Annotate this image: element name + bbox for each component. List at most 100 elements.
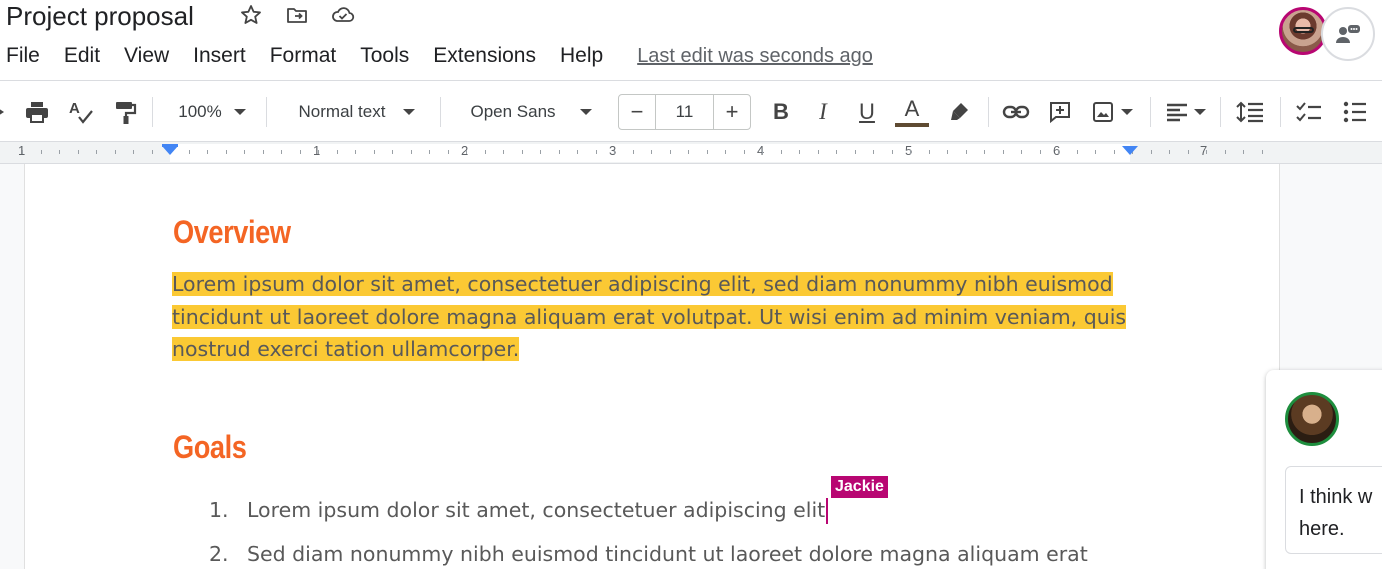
ruler[interactable]: 1 1 2 3 4 5 6 7 xyxy=(0,142,1382,164)
move-folder-icon[interactable] xyxy=(284,2,310,28)
zoom-select[interactable]: 100% xyxy=(166,81,258,143)
ruler-tick xyxy=(244,150,245,154)
ruler-tick xyxy=(762,150,763,154)
ruler-tick xyxy=(226,150,227,154)
ruler-tick xyxy=(559,150,560,154)
list-item-text[interactable]: Lorem ipsum dolor sit amet, consectetuer… xyxy=(247,498,825,522)
ruler-tick xyxy=(133,150,134,154)
list-item-text[interactable]: Sed diam nonummy nibh euismod tincidunt … xyxy=(247,542,1088,566)
print-icon[interactable] xyxy=(20,81,54,143)
svg-text:A: A xyxy=(69,100,80,117)
ruler-tick xyxy=(1206,150,1207,154)
cloud-saved-icon[interactable] xyxy=(330,2,356,28)
document-title[interactable]: Project proposal xyxy=(6,0,194,32)
highlighted-text[interactable]: Lorem ipsum dolor sit amet, consectetuer… xyxy=(172,272,1127,361)
ruler-tick xyxy=(966,150,967,154)
redo-icon[interactable] xyxy=(0,81,10,143)
spellcheck-icon[interactable]: A xyxy=(64,81,98,143)
ruler-tick xyxy=(429,150,430,154)
ruler-tick xyxy=(873,150,874,154)
ruler-tick xyxy=(337,150,338,154)
ruler-tick xyxy=(281,150,282,154)
checklist-icon[interactable] xyxy=(1292,81,1326,143)
ruler-tick xyxy=(892,150,893,154)
ruler-tick xyxy=(263,150,264,154)
comment-input[interactable]: I think w here. xyxy=(1285,466,1382,554)
last-edit-link[interactable]: Last edit was seconds ago xyxy=(637,45,873,68)
font-size-input[interactable]: 11 xyxy=(655,95,714,129)
font-family-select[interactable]: Open Sans xyxy=(456,81,606,143)
docs-app: Project proposal File Edit View Insert F… xyxy=(0,0,1382,569)
ruler-tick xyxy=(725,150,726,154)
increase-font-size-button[interactable]: + xyxy=(714,95,750,129)
menu-tools[interactable]: Tools xyxy=(360,42,409,70)
menu-help[interactable]: Help xyxy=(560,42,603,70)
menu-extensions[interactable]: Extensions xyxy=(433,42,536,70)
ruler-tick xyxy=(781,150,782,154)
heading-overview[interactable]: Overview xyxy=(173,214,291,251)
ruler-tick xyxy=(392,150,393,154)
ruler-tick xyxy=(448,150,449,154)
ruler-tick xyxy=(189,150,190,154)
comment-card[interactable]: I think w here. xyxy=(1266,370,1382,569)
menu-insert[interactable]: Insert xyxy=(193,42,246,70)
chevron-down-icon xyxy=(233,109,246,115)
present-to-meeting-button[interactable] xyxy=(1321,7,1375,61)
ruler-tick xyxy=(22,150,23,154)
underline-button[interactable]: U xyxy=(850,81,884,143)
zoom-value: 100% xyxy=(178,102,222,121)
user-avatar[interactable] xyxy=(1279,7,1327,55)
ruler-tick xyxy=(1225,150,1226,154)
decrease-font-size-button[interactable]: − xyxy=(619,95,655,129)
insert-image-icon[interactable] xyxy=(1086,81,1138,143)
bulleted-list-icon[interactable] xyxy=(1338,81,1372,143)
ruler-tick xyxy=(707,150,708,154)
chevron-down-icon xyxy=(1194,109,1206,115)
present-icon xyxy=(1336,25,1360,43)
list-item[interactable]: 2. Sed diam nonummy nibh euismod tincidu… xyxy=(205,534,1125,569)
paint-format-icon[interactable] xyxy=(108,81,142,143)
paragraph-style-select[interactable]: Normal text xyxy=(282,81,432,143)
ruler-number: 6 xyxy=(1053,143,1061,158)
ruler-tick xyxy=(1058,150,1059,154)
ruler-tick xyxy=(96,150,97,154)
ruler-tick xyxy=(1095,150,1096,154)
text-color-button[interactable]: A xyxy=(894,81,930,143)
right-indent-marker[interactable] xyxy=(1122,146,1138,155)
overview-paragraph[interactable]: Lorem ipsum dolor sit amet, consectetuer… xyxy=(172,268,1142,366)
list-item[interactable]: 1. Lorem ipsum dolor sit amet, consectet… xyxy=(205,490,1125,534)
document-canvas[interactable]: Overview Lorem ipsum dolor sit amet, con… xyxy=(0,164,1382,569)
ruler-tick xyxy=(1262,150,1263,154)
menu-edit[interactable]: Edit xyxy=(64,42,100,70)
menu-format[interactable]: Format xyxy=(270,42,337,70)
bold-button[interactable]: B xyxy=(764,81,798,143)
highlight-color-icon[interactable] xyxy=(942,81,976,143)
text-color-icon: A xyxy=(904,95,920,121)
ruler-tick xyxy=(1077,150,1078,154)
line-spacing-icon[interactable] xyxy=(1232,81,1268,143)
ruler-tick xyxy=(855,150,856,154)
ruler-tick xyxy=(947,150,948,154)
toolbar-divider xyxy=(988,97,989,127)
document-page[interactable]: Overview Lorem ipsum dolor sit amet, con… xyxy=(24,164,1280,569)
ruler-tick xyxy=(355,150,356,154)
menu-file[interactable]: File xyxy=(6,42,40,70)
ruler-tick xyxy=(115,150,116,154)
menu-view[interactable]: View xyxy=(124,42,169,70)
ruler-tick xyxy=(59,150,60,154)
heading-goals[interactable]: Goals xyxy=(173,429,247,466)
ruler-tick xyxy=(485,150,486,154)
first-line-indent-marker[interactable] xyxy=(162,144,178,147)
insert-link-icon[interactable] xyxy=(998,81,1034,143)
ruler-tick xyxy=(910,150,911,154)
ruler-tick xyxy=(688,150,689,154)
italic-button[interactable]: I xyxy=(806,81,840,143)
add-comment-icon[interactable] xyxy=(1042,81,1078,143)
star-icon[interactable] xyxy=(238,2,264,28)
align-text-icon[interactable] xyxy=(1160,81,1212,143)
left-indent-marker[interactable] xyxy=(162,146,178,155)
ruler-tick xyxy=(466,150,467,154)
ruler-number: 1 xyxy=(313,143,321,158)
ruler-tick xyxy=(411,150,412,154)
goals-list[interactable]: 1. Lorem ipsum dolor sit amet, consectet… xyxy=(205,490,1125,569)
